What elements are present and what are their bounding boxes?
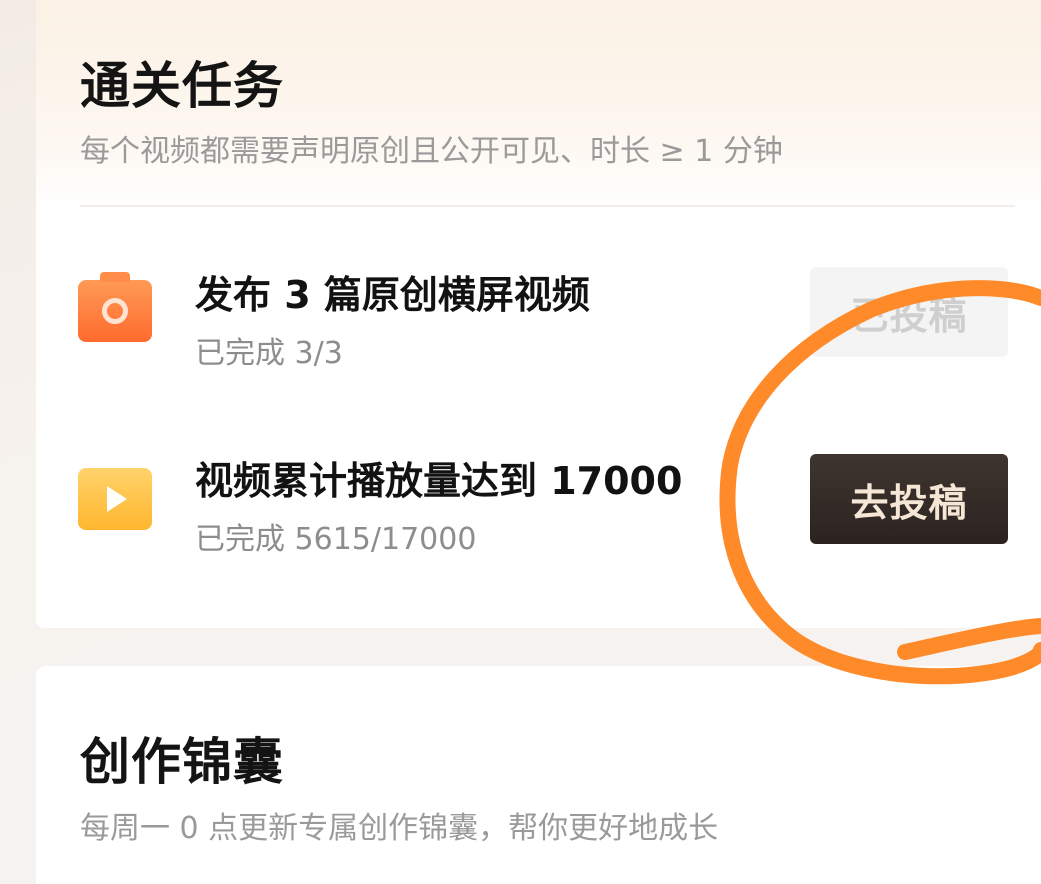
- clearance-tasks-subtitle: 每个视频都需要声明原创且公开可见、时长 ≥ 1 分钟: [80, 134, 783, 169]
- submitted-button[interactable]: 已投稿: [810, 267, 1008, 357]
- task-progress: 已完成 5615/17000: [195, 522, 477, 557]
- creation-kit-subtitle: 每周一 0 点更新专属创作锦囊，帮你更好地成长: [80, 811, 719, 846]
- task-title: 视频累计播放量达到 17000: [195, 459, 683, 503]
- task-title: 发布 3 篇原创横屏视频: [195, 273, 590, 317]
- divider: [80, 205, 1015, 207]
- camera-icon: [78, 272, 152, 342]
- play-icon: [78, 468, 152, 530]
- go-submit-button[interactable]: 去投稿: [810, 454, 1008, 544]
- creation-kit-title: 创作锦囊: [80, 733, 284, 791]
- task-progress: 已完成 3/3: [195, 336, 343, 371]
- clearance-tasks-title: 通关任务: [80, 57, 284, 115]
